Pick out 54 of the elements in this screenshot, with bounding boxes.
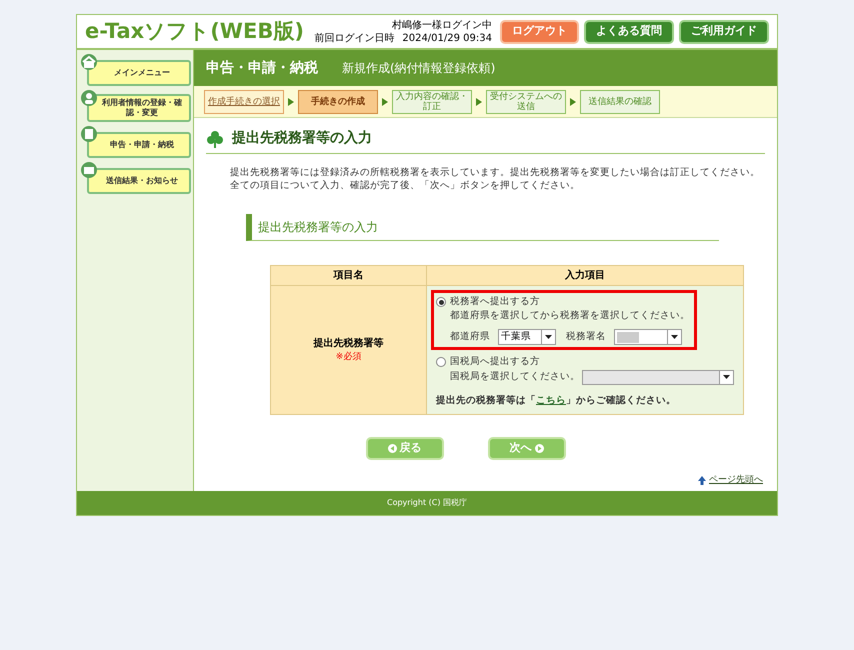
progress-step: 送信結果の確認 [580, 90, 660, 114]
sidebar-menu-item[interactable]: 利用者情報の登録・確認・変更 [87, 94, 191, 122]
note-text: 提出先の税務署等は「こちら」からご確認ください。 [434, 394, 677, 408]
header-nav-button[interactable]: ご利用ガイド [679, 20, 769, 44]
progress-step[interactable]: 作成手続きの選択 [204, 90, 284, 114]
dropdown-arrow-icon [545, 335, 552, 340]
user-login-status: 村嶋修一様ログイン中 [392, 18, 492, 32]
dropdown-field[interactable]: 千葉県 [498, 329, 556, 346]
section-subtitle: 新規作成(納付情報登録依頼) [342, 60, 496, 77]
column-header: 入力項目 [426, 266, 744, 286]
right-circle-icon [534, 444, 544, 453]
sidebar-menu-item[interactable]: 申告・申請・納税 [87, 132, 191, 158]
step-arrow-icon [287, 98, 295, 106]
page-top-link[interactable]: ページ先頭へ [709, 474, 763, 488]
progress-step: 入力内容の確認・訂正 [392, 90, 472, 114]
progress-step: 手続きの作成 [298, 90, 378, 114]
step-arrow-icon [569, 98, 577, 106]
left-circle-icon [388, 444, 396, 453]
column-header: 項目名 [270, 266, 426, 286]
clover-icon [206, 130, 224, 148]
last-login-time: 2024/01/29 09:34 [402, 32, 492, 44]
last-login-label: 前回ログイン日時 [314, 32, 394, 44]
radio-button[interactable] [436, 297, 446, 308]
dropdown-field[interactable] [614, 329, 682, 346]
dropdown-arrow-icon [671, 335, 678, 340]
logo: e-Taxソフト(WEB版) [85, 18, 304, 45]
required-mark: ※必須 [334, 350, 362, 364]
up-arrow-icon [698, 476, 707, 485]
sidebar-menu-item[interactable]: 送信結果・お知らせ [87, 168, 191, 194]
hint-text: 国税局を選択してください。 [449, 370, 580, 384]
progress-step: 受付システムへの送信 [486, 90, 566, 114]
field-label: 都道府県 [450, 330, 490, 344]
footer: Copyright (C) 国税庁 [77, 491, 777, 515]
subsection-title: 提出先税務署等の入力 [258, 220, 378, 234]
dropdown-arrow-icon [723, 375, 730, 379]
header-nav-button[interactable]: よくある質問 [584, 20, 674, 44]
radio-label: 税務署へ提出する方 [450, 295, 540, 309]
instruction-text: 提出先税務署等には登録済みの所轄税務署を表示しています。提出先税務署等を変更したい場合は訂正してください。 [230, 166, 761, 179]
radio-label: 国税局へ提出する方 [450, 355, 540, 370]
hint-text: 都道府県を選択してから税務署を選択してください。 [449, 309, 691, 324]
radio-button[interactable] [436, 357, 446, 368]
section-title: 申告・申請・納税 [206, 58, 318, 78]
row-label: 提出先税務署等 [312, 336, 384, 351]
step-arrow-icon [475, 98, 483, 106]
link[interactable]: こちら [536, 394, 566, 406]
instruction-text: 全ての項目について入力、確認が完了後、「次へ」ボタンを押してください。 [230, 179, 581, 192]
page-title: 提出先税務署等の入力 [232, 129, 372, 148]
document-icon [81, 126, 97, 142]
person-icon [81, 90, 97, 106]
sidebar-menu-item[interactable]: メインメニュー [87, 60, 191, 86]
step-arrow-icon [381, 98, 389, 106]
field-label: 税務署名 [566, 330, 606, 344]
envelope-icon [81, 162, 97, 178]
home-icon [81, 54, 97, 70]
